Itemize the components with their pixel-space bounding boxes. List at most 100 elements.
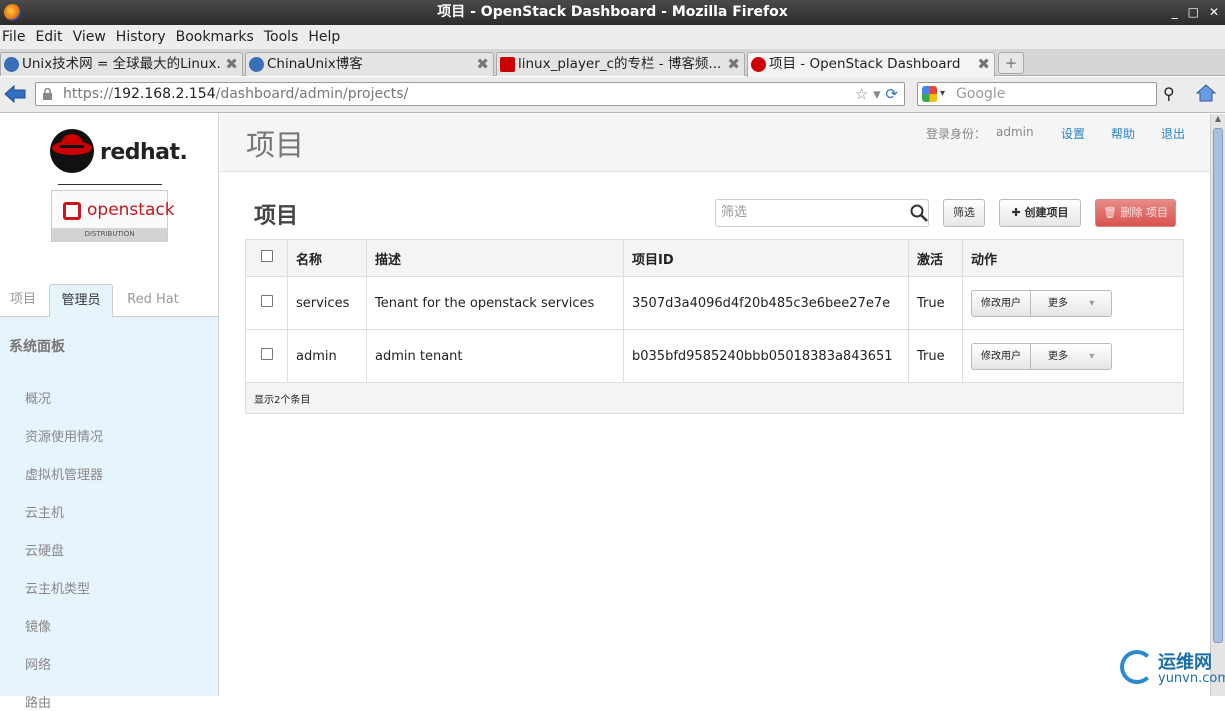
nav-networks[interactable]: 网络 xyxy=(25,654,51,673)
col-name[interactable]: 名称 xyxy=(287,239,367,277)
login-label: 登录身份： xyxy=(926,127,987,141)
row-checkbox[interactable] xyxy=(260,295,273,307)
section-title: 项目 xyxy=(254,204,299,229)
scroll-up-icon[interactable]: ▲ xyxy=(1211,114,1225,128)
col-description[interactable]: 描述 xyxy=(366,239,624,277)
close-tab-icon[interactable]: ✖ xyxy=(225,53,238,75)
nav-flavors[interactable]: 云主机类型 xyxy=(25,578,90,597)
page-header: 项目 登录身份： admin 设置 帮助 退出 xyxy=(220,114,1210,172)
engine-dropdown-icon[interactable]: ▾ xyxy=(940,83,945,105)
binoculars-icon[interactable]: ⚲ xyxy=(1163,84,1175,103)
plus-icon: ✚ xyxy=(1011,206,1025,219)
row-actions: 修改用户 更多 ▾ xyxy=(962,329,1184,383)
vertical-scrollbar[interactable]: ▲ xyxy=(1210,114,1225,696)
reload-icon[interactable]: ⟳ xyxy=(885,85,898,103)
browser-tab[interactable]: ChinaUnix博客 ✖ xyxy=(245,52,494,76)
close-window-icon[interactable]: ✕ xyxy=(1209,0,1219,25)
create-project-button[interactable]: ✚ 创建项目 xyxy=(999,199,1081,227)
scrollbar-thumb[interactable] xyxy=(1213,128,1223,643)
redhat-favicon-icon xyxy=(751,57,766,72)
firefox-icon xyxy=(4,4,21,21)
tab-label: ChinaUnix博客 xyxy=(267,56,363,72)
tab-redhat[interactable]: Red Hat xyxy=(118,284,188,317)
redhat-wordmark: redhat. xyxy=(100,140,188,165)
help-link[interactable]: 帮助 xyxy=(1111,125,1135,142)
menu-edit[interactable]: Edit xyxy=(33,29,68,45)
maximize-icon[interactable]: □ xyxy=(1188,0,1199,25)
edit-users-button[interactable]: 修改用户 xyxy=(972,291,1030,316)
row-checkbox[interactable] xyxy=(260,348,273,360)
settings-link[interactable]: 设置 xyxy=(1061,125,1085,142)
project-description: admin tenant xyxy=(366,329,624,383)
tab-admin[interactable]: 管理员 xyxy=(49,284,113,318)
col-project-id[interactable]: 项目ID xyxy=(623,239,909,277)
menu-view[interactable]: View xyxy=(71,29,112,45)
menu-bar: File Edit View History Bookmarks Tools H… xyxy=(0,25,1225,49)
table-footer-row: 显示2个条目 xyxy=(245,382,1184,414)
menu-tools[interactable]: Tools xyxy=(262,29,305,45)
search-bar[interactable]: ▾ Google xyxy=(917,82,1157,106)
url-bar[interactable]: https://192.168.2.154/dashboard/admin/pr… xyxy=(35,82,905,106)
tab-project[interactable]: 项目 xyxy=(0,284,46,317)
browser-tab[interactable]: Unix技术网 = 全球最大的Linux... ✖ xyxy=(0,52,243,76)
item-count: 显示2个条目 xyxy=(245,382,1184,414)
openstack-wordmark: openstack xyxy=(87,200,175,220)
logo-divider xyxy=(58,184,162,185)
action-group: 修改用户 更多 ▾ xyxy=(971,342,1113,370)
close-tab-icon[interactable]: ✖ xyxy=(476,53,489,75)
dashboard-tabs: 项目 管理员 Red Hat xyxy=(0,284,219,318)
bookmark-star-icon[interactable]: ☆ xyxy=(855,85,868,103)
nav-instances[interactable]: 云主机 xyxy=(25,502,64,521)
search-icon[interactable] xyxy=(910,204,928,222)
system-panel: 系统面板 概况 资源使用情况 虚拟机管理器 云主机 云硬盘 云主机类型 镜像 网… xyxy=(0,317,218,711)
logout-link[interactable]: 退出 xyxy=(1161,125,1185,142)
distribution-label: DISTRIBUTION xyxy=(52,228,167,241)
minimize-icon[interactable]: _ xyxy=(1172,0,1178,25)
action-group: 修改用户 更多 ▾ xyxy=(971,289,1113,317)
delete-project-button[interactable]: 🗑 删除 项目 xyxy=(1095,199,1176,227)
home-icon[interactable] xyxy=(1196,84,1216,102)
more-dropdown[interactable]: 更多 ▾ xyxy=(1030,290,1111,316)
openstack-logo: openstack DISTRIBUTION xyxy=(51,190,175,242)
main-content: 项目 登录身份： admin 设置 帮助 退出 项目 筛选 筛选 ✚ 创建项目 … xyxy=(220,114,1210,696)
lock-icon xyxy=(43,88,52,100)
new-tab-button[interactable]: + xyxy=(998,52,1024,74)
menu-help[interactable]: Help xyxy=(306,29,346,45)
col-enabled[interactable]: 激活 xyxy=(908,239,963,277)
back-arrow-icon[interactable] xyxy=(4,85,26,103)
nav-overview[interactable]: 概况 xyxy=(25,388,51,407)
caret-down-icon: ▾ xyxy=(1089,350,1095,362)
menu-history[interactable]: History xyxy=(114,29,172,45)
page-title: 项目 xyxy=(246,128,305,162)
google-engine-icon[interactable] xyxy=(922,86,937,102)
browser-tab[interactable]: linux_player_c的专栏 - 博客频... ✖ xyxy=(496,52,745,76)
project-name[interactable]: admin xyxy=(287,329,367,383)
menu-bookmarks[interactable]: Bookmarks xyxy=(174,29,260,45)
search-placeholder: Google xyxy=(956,86,1006,102)
nav-resource-usage[interactable]: 资源使用情况 xyxy=(25,426,103,445)
watermark-circle-icon xyxy=(1120,650,1154,684)
project-id: 3507d3a4096d4f20b485c3e6bee27e7e xyxy=(623,276,909,330)
edit-users-button[interactable]: 修改用户 xyxy=(972,344,1030,369)
filter-input[interactable]: 筛选 xyxy=(715,199,929,227)
nav-images[interactable]: 镜像 xyxy=(25,616,51,635)
close-tab-icon[interactable]: ✖ xyxy=(977,53,990,75)
csdn-favicon-icon xyxy=(500,57,515,72)
table-header-row: 名称 描述 项目ID 激活 动作 xyxy=(245,239,1184,277)
select-all-checkbox[interactable] xyxy=(260,250,273,262)
filter-button[interactable]: 筛选 xyxy=(943,199,985,227)
menu-file[interactable]: File xyxy=(0,29,31,45)
dropdown-icon[interactable]: ▾ xyxy=(873,85,881,103)
more-label: 更多 xyxy=(1048,297,1068,309)
nav-volumes[interactable]: 云硬盘 xyxy=(25,540,64,559)
close-tab-icon[interactable]: ✖ xyxy=(727,53,740,75)
project-id: b035bfd9585240bbb05018383a843651 xyxy=(623,329,909,383)
project-name[interactable]: services xyxy=(287,276,367,330)
url-text: https://192.168.2.154/dashboard/admin/pr… xyxy=(63,86,409,102)
browser-tab-active[interactable]: 项目 - OpenStack Dashboard ✖ xyxy=(747,52,995,77)
more-dropdown[interactable]: 更多 ▾ xyxy=(1030,343,1111,369)
nav-routers[interactable]: 路由 xyxy=(25,692,51,711)
project-description: Tenant for the openstack services xyxy=(366,276,624,330)
nav-hypervisors[interactable]: 虚拟机管理器 xyxy=(25,464,103,483)
window-title: 项目 - OpenStack Dashboard - Mozilla Firef… xyxy=(437,4,788,20)
